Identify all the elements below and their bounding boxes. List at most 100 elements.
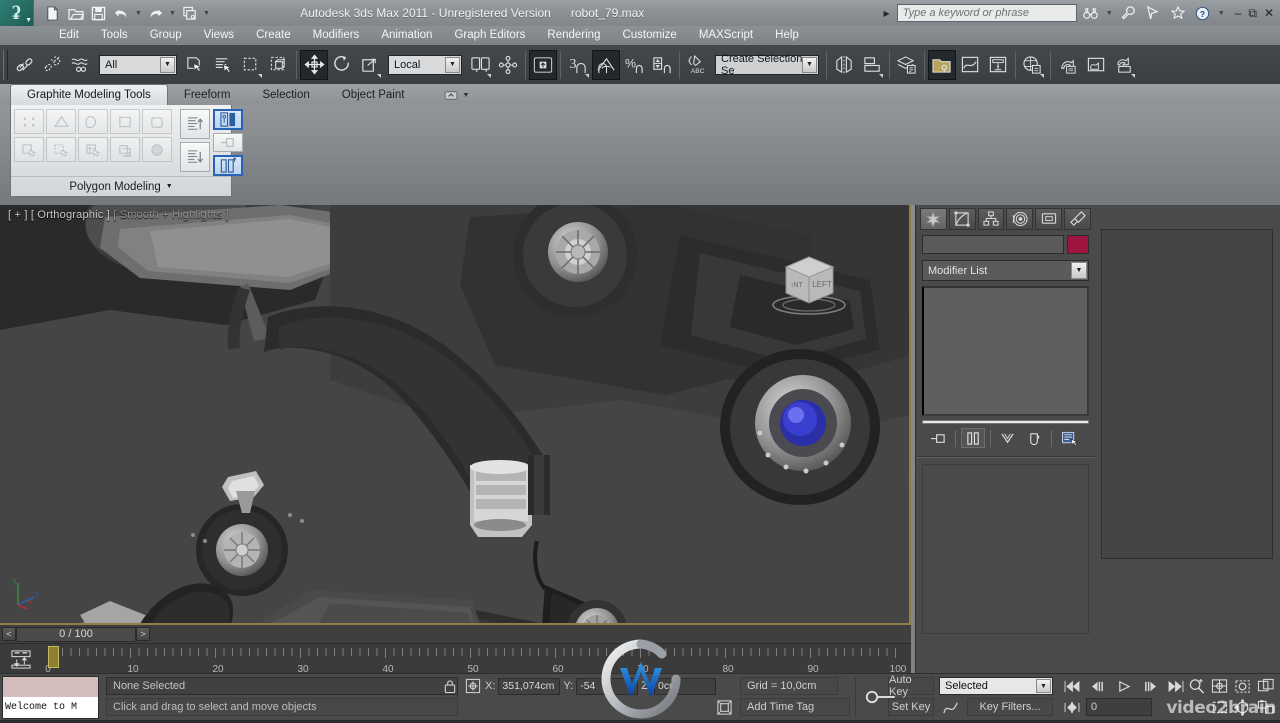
selection-filter-combo[interactable]: All ▼ <box>99 54 177 75</box>
chevron-down-icon[interactable]: ▼ <box>462 92 469 99</box>
help-caret-icon[interactable]: ▼ <box>1217 3 1226 24</box>
mini-listener[interactable]: Welcome to M <box>2 676 99 719</box>
align-button[interactable] <box>858 50 886 80</box>
chevron-down-icon[interactable]: ▼ <box>445 56 460 73</box>
pin-stack-icon[interactable] <box>213 133 243 152</box>
redo-dropdown-caret-icon[interactable]: ▼ <box>168 3 177 24</box>
open-file-icon[interactable] <box>65 3 86 24</box>
rendered-frame-window-button[interactable] <box>1082 50 1110 80</box>
menu-item-customize[interactable]: Customize <box>611 26 687 45</box>
curve-editor-button[interactable] <box>956 50 984 80</box>
utilities-tab[interactable] <box>1064 208 1091 230</box>
object-color-swatch[interactable] <box>1067 235 1089 254</box>
object-name-input[interactable] <box>922 235 1064 254</box>
go-to-start-icon[interactable] <box>1060 677 1084 695</box>
help-icon[interactable]: ? <box>1192 3 1214 23</box>
viewport-label-view[interactable]: [ Orthographic ] <box>31 209 110 221</box>
redo-icon[interactable] <box>145 3 166 24</box>
spinner-snap-toggle-button[interactable] <box>648 50 676 80</box>
next-frame-button[interactable]: > <box>136 627 150 641</box>
time-ruler[interactable]: 0 10 20 30 40 50 60 70 80 90 100 <box>45 644 911 675</box>
viewport-label-plus[interactable]: [ + ] <box>8 209 28 221</box>
menu-item-create[interactable]: Create <box>245 26 302 45</box>
generate-topology-icon[interactable] <box>14 137 44 162</box>
undo-icon[interactable] <box>111 3 132 24</box>
layer-manager-button[interactable] <box>893 50 921 80</box>
window-crossing-button[interactable] <box>265 50 293 80</box>
time-tag-icon[interactable] <box>714 697 734 717</box>
tab-freeform[interactable]: Freeform <box>168 86 247 105</box>
vertex-subobject-icon[interactable] <box>14 109 44 134</box>
x-coord-field[interactable]: 351,074cm <box>498 677 561 695</box>
percent-snap-toggle-button[interactable]: % <box>620 50 648 80</box>
frame-indicator[interactable]: 0 / 100 <box>16 626 136 642</box>
modifier-stack-list[interactable] <box>922 286 1089 416</box>
go-to-frame-icon[interactable] <box>1060 698 1084 716</box>
edge-subobject-icon[interactable] <box>46 109 76 134</box>
menu-item-maxscript[interactable]: MAXScript <box>688 26 764 45</box>
named-selection-set-combo[interactable]: Create Selection Se ▼ <box>715 53 819 77</box>
lock-selection-icon[interactable] <box>440 677 460 695</box>
set-key-curve-icon[interactable] <box>939 698 963 716</box>
menu-item-views[interactable]: Views <box>193 26 245 45</box>
maxscript-output-line[interactable]: Welcome to M <box>3 697 98 718</box>
motion-tab[interactable] <box>1006 208 1034 230</box>
select-and-manipulate-button[interactable] <box>494 50 522 80</box>
menu-item-graph-editors[interactable]: Graph Editors <box>443 26 536 45</box>
bind-space-warp-button[interactable] <box>67 50 95 80</box>
chevron-down-icon[interactable]: ▼ <box>802 56 817 73</box>
hierarchy-tab[interactable] <box>977 208 1005 230</box>
set-key-button[interactable]: Set Key <box>888 698 934 716</box>
go-to-end-icon[interactable] <box>1164 677 1188 695</box>
wrench-icon[interactable] <box>1117 3 1139 23</box>
select-and-move-button[interactable] <box>300 49 328 80</box>
zoom-extents-icon[interactable] <box>1232 677 1254 696</box>
show-end-result-icon[interactable] <box>213 155 243 176</box>
use-center-flyout-button[interactable] <box>466 50 494 80</box>
render-production-button[interactable] <box>1110 50 1138 80</box>
select-object-button[interactable] <box>181 50 209 80</box>
view-cube[interactable]: ‹NT LEFT <box>764 243 854 318</box>
set-key-mode-icon[interactable] <box>10 649 32 669</box>
show-cage-icon[interactable] <box>213 109 243 130</box>
chevron-down-icon[interactable]: ▼ <box>1071 262 1087 279</box>
select-and-rotate-button[interactable] <box>328 50 356 80</box>
repeat-last-icon[interactable] <box>46 137 76 162</box>
menu-item-modifiers[interactable]: Modifiers <box>302 26 371 45</box>
tab-selection[interactable]: Selection <box>246 86 325 105</box>
key-filters-button[interactable]: Key Filters... <box>967 698 1053 716</box>
save-file-icon[interactable] <box>88 3 109 24</box>
border-subobject-icon[interactable] <box>78 109 108 134</box>
select-and-scale-button[interactable] <box>356 50 384 80</box>
mirror-button[interactable] <box>830 50 858 80</box>
snaps-toggle-button[interactable] <box>529 49 557 80</box>
viewport-label-shading[interactable]: [ Smooth + Highlights ] <box>113 209 229 221</box>
edit-named-selections-button[interactable]: ABC <box>683 50 711 80</box>
toggle-ribbon-button[interactable] <box>928 49 956 80</box>
modifier-list-combo[interactable]: Modifier List ▼ <box>922 260 1089 281</box>
time-slider-handle[interactable] <box>48 646 59 668</box>
search-caret-icon[interactable]: ▼ <box>1105 3 1114 24</box>
unlink-selection-button[interactable] <box>39 50 67 80</box>
maxscript-input-line[interactable] <box>3 677 98 697</box>
time-slider[interactable]: 0 10 20 30 40 50 60 70 80 90 100 <box>0 643 911 675</box>
search-input[interactable]: Type a keyword or phrase <box>896 4 1077 22</box>
modify-tab[interactable] <box>948 208 976 230</box>
chevron-down-icon[interactable]: ▼ <box>1036 679 1051 693</box>
undo-dropdown-caret-icon[interactable]: ▼ <box>134 3 143 24</box>
project-folder-icon[interactable] <box>179 3 200 24</box>
close-button[interactable]: ✕ <box>1264 6 1274 20</box>
polygon-subobject-icon[interactable] <box>110 109 140 134</box>
previous-frame-button[interactable]: < <box>2 627 16 641</box>
restore-button[interactable]: ⧉ <box>1248 6 1257 21</box>
current-frame-field[interactable]: 0 <box>1086 698 1152 716</box>
remove-modifier-icon[interactable] <box>1022 428 1046 448</box>
panel-title[interactable]: Polygon Modeling ▼ <box>11 176 231 196</box>
show-end-result-icon[interactable] <box>961 428 985 448</box>
menu-item-group[interactable]: Group <box>139 26 193 45</box>
select-link-button[interactable] <box>11 50 39 80</box>
search-binoculars-icon[interactable] <box>1080 3 1102 23</box>
zoom-icon[interactable] <box>1186 677 1208 696</box>
title-expand-caret-icon[interactable]: ▶ <box>884 9 890 18</box>
menu-item-help[interactable]: Help <box>764 26 810 45</box>
